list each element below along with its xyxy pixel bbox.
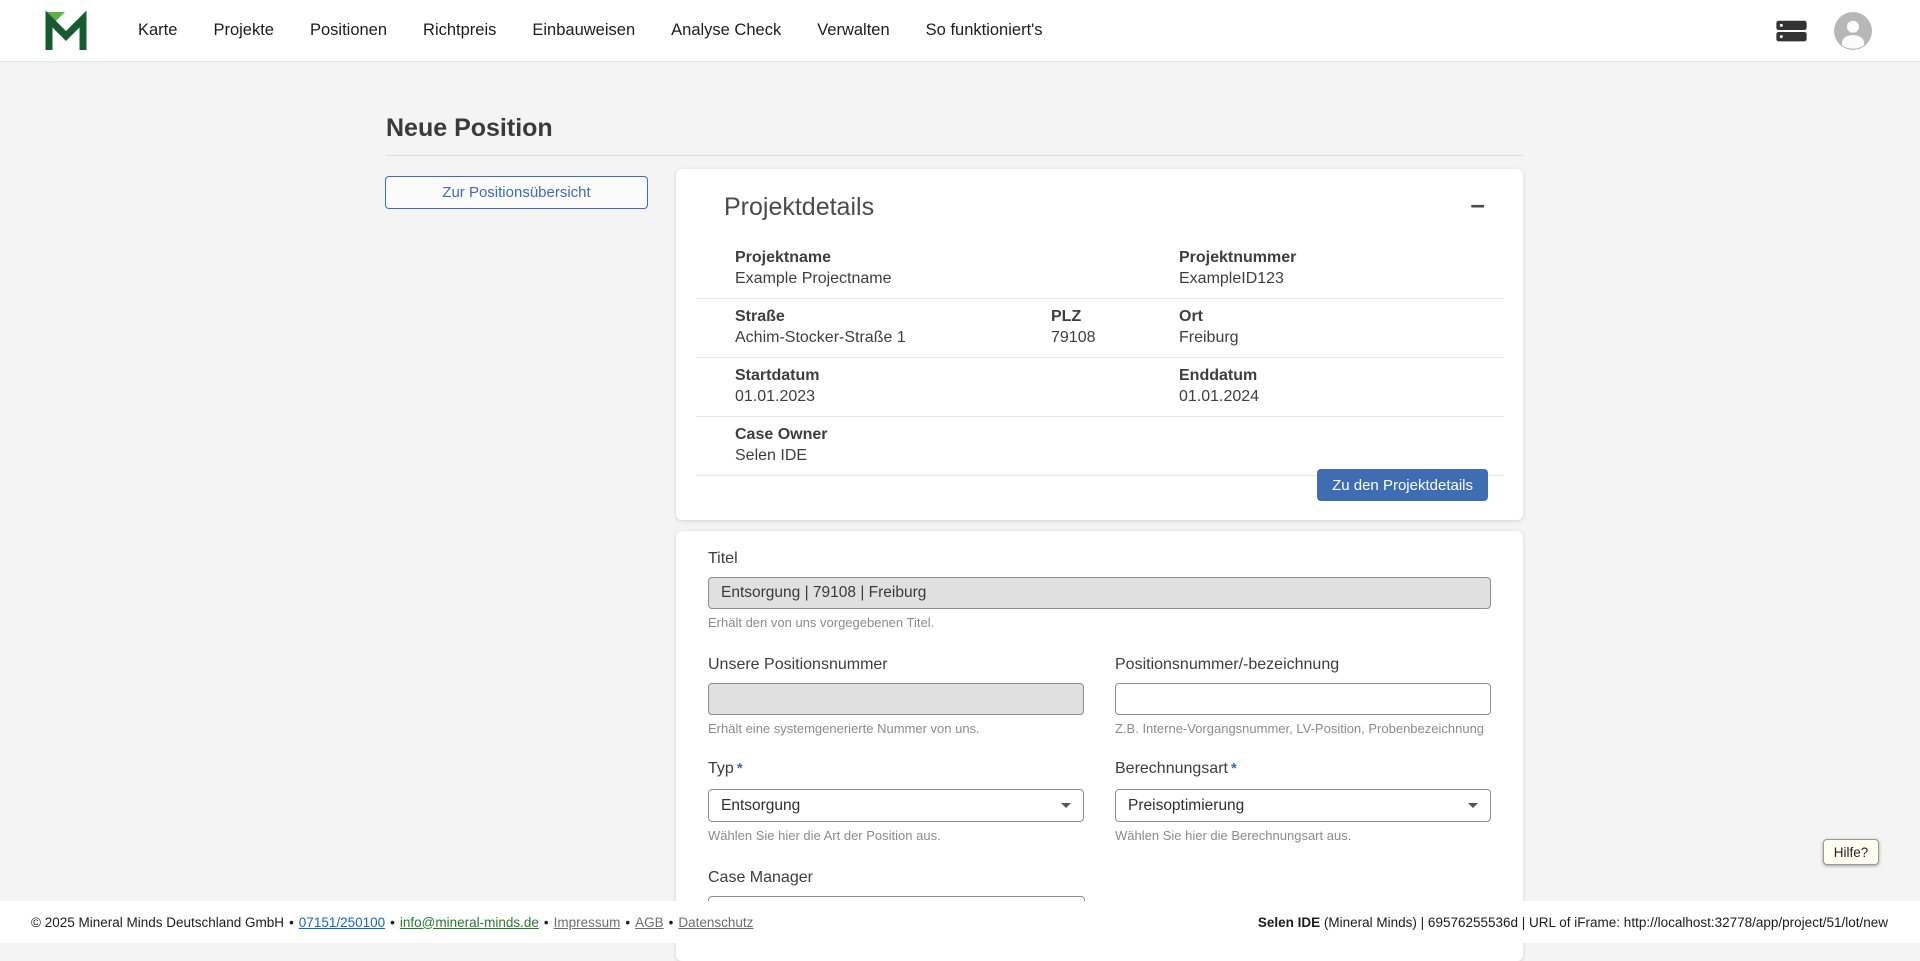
- project-field-label: Projektnummer: [1179, 247, 1504, 268]
- project-field-label: Projektname: [735, 247, 1179, 268]
- top-navbar: Karte Projekte Positionen Richtpreis Ein…: [0, 0, 1920, 61]
- footer-left: © 2025 Mineral Minds Deutschland GmbH • …: [31, 915, 753, 930]
- project-field-enddatum: Enddatum 01.01.2024: [1179, 365, 1504, 407]
- footer-separator: •: [390, 915, 395, 930]
- project-field-plz: PLZ 79108: [1051, 306, 1179, 348]
- session-details: (Mineral Minds) | 69576255536d | URL of …: [1320, 915, 1888, 930]
- project-field-value: Selen IDE: [735, 445, 1504, 466]
- projektdetails-title: Projektdetails: [724, 193, 874, 222]
- hilfe-button[interactable]: Hilfe?: [1823, 839, 1879, 865]
- navbar-right: [1775, 12, 1920, 50]
- user-account-button[interactable]: [1834, 12, 1872, 50]
- typ-select-value: Entsorgung: [721, 797, 800, 815]
- page-footer: © 2025 Mineral Minds Deutschland GmbH • …: [0, 901, 1920, 943]
- zur-positionsuebersicht-button[interactable]: Zur Positionsübersicht: [385, 176, 648, 209]
- typ-helper-text: Wählen Sie hier die Art der Position aus…: [708, 828, 1084, 844]
- form-grid: Unsere Positionsnummer Erhält eine syste…: [708, 655, 1491, 844]
- nav-item-positionen[interactable]: Positionen: [310, 21, 387, 40]
- project-field-value: 01.01.2024: [1179, 386, 1504, 407]
- table-row: Startdatum 01.01.2023 Enddatum 01.01.202…: [696, 358, 1504, 417]
- field-berechnungsart: Berechnungsart* Preisoptimierung Wählen …: [1115, 759, 1491, 844]
- project-field-projektname: Projektname Example Projectname: [735, 247, 1179, 289]
- berechnungsart-label: Berechnungsart: [1115, 759, 1228, 779]
- project-field-value: 01.01.2023: [735, 386, 1179, 407]
- main-navigation: Karte Projekte Positionen Richtpreis Ein…: [138, 21, 1043, 40]
- project-field-case-owner: Case Owner Selen IDE: [735, 424, 1504, 466]
- server-button[interactable]: [1775, 17, 1808, 45]
- title-divider: [386, 155, 1523, 156]
- projektdetails-header: Projektdetails –: [676, 169, 1523, 222]
- project-field-strasse: Straße Achim-Stocker-Straße 1: [735, 306, 1051, 348]
- project-field-label: Case Owner: [735, 424, 1504, 445]
- table-row: Projektname Example Projectname Projektn…: [696, 240, 1504, 299]
- collapse-button[interactable]: –: [1471, 193, 1485, 215]
- table-row: Straße Achim-Stocker-Straße 1 PLZ 79108 …: [696, 299, 1504, 358]
- new-position-form-card: Titel Erhält den von uns vorgegebenen Ti…: [676, 531, 1523, 961]
- user-avatar-icon: [1834, 12, 1872, 50]
- unsere-positionsnummer-helper-text: Erhält eine systemgenerierte Nummer von …: [708, 721, 1084, 737]
- nav-item-einbauweisen[interactable]: Einbauweisen: [532, 21, 635, 40]
- project-field-value: Example Projectname: [735, 268, 1179, 289]
- project-field-value: Achim-Stocker-Straße 1: [735, 327, 1051, 348]
- project-field-label: PLZ: [1051, 306, 1179, 327]
- titel-input: [708, 577, 1491, 609]
- nav-item-richtpreis[interactable]: Richtpreis: [423, 21, 496, 40]
- nav-item-analyse-check[interactable]: Analyse Check: [671, 21, 781, 40]
- typ-label: Typ: [708, 759, 734, 779]
- footer-separator: •: [669, 915, 674, 930]
- berechnungsart-select-value: Preisoptimierung: [1128, 797, 1244, 815]
- project-field-value: 79108: [1051, 327, 1179, 348]
- field-positionsnummer: Positionsnummer/-bezeichnung Z.B. Intern…: [1115, 655, 1491, 737]
- project-field-value: Freiburg: [1179, 327, 1504, 348]
- project-field-label: Enddatum: [1179, 365, 1504, 386]
- positionsnummer-input[interactable]: [1115, 683, 1491, 715]
- chevron-down-icon: [1061, 803, 1071, 808]
- project-field-label: Ort: [1179, 306, 1504, 327]
- nav-item-karte[interactable]: Karte: [138, 21, 177, 40]
- zu-den-projektdetails-button[interactable]: Zu den Projektdetails: [1317, 469, 1488, 501]
- impressum-link[interactable]: Impressum: [554, 915, 621, 930]
- mineral-minds-logo[interactable]: [44, 10, 88, 52]
- required-asterisk: *: [1231, 760, 1237, 777]
- session-user: Selen IDE: [1258, 915, 1320, 930]
- phone-link[interactable]: 07151/250100: [299, 915, 385, 930]
- nav-item-verwalten[interactable]: Verwalten: [817, 21, 889, 40]
- project-field-label: Straße: [735, 306, 1051, 327]
- copyright-text: © 2025 Mineral Minds Deutschland GmbH: [31, 915, 284, 930]
- nav-item-so-funktionierts[interactable]: So funktioniert's: [926, 21, 1043, 40]
- typ-select[interactable]: Entsorgung: [708, 789, 1084, 822]
- project-field-projektnummer: Projektnummer ExampleID123: [1179, 247, 1504, 289]
- positionsnummer-helper-text: Z.B. Interne-Vorgangsnummer, LV-Position…: [1115, 721, 1491, 737]
- project-field-value: ExampleID123: [1179, 268, 1504, 289]
- project-field-label: Startdatum: [735, 365, 1179, 386]
- field-typ: Typ* Entsorgung Wählen Sie hier die Art …: [708, 759, 1084, 844]
- case-manager-label: Case Manager: [708, 868, 813, 888]
- project-field-ort: Ort Freiburg: [1179, 306, 1504, 348]
- unsere-positionsnummer-input: [708, 683, 1084, 715]
- footer-separator: •: [625, 915, 630, 930]
- projektdetails-card: Projektdetails – Projektname Example Pro…: [676, 169, 1523, 520]
- table-row: Case Owner Selen IDE: [696, 417, 1504, 476]
- positionsnummer-label: Positionsnummer/-bezeichnung: [1115, 655, 1339, 675]
- berechnungsart-select[interactable]: Preisoptimierung: [1115, 789, 1491, 822]
- server-icon: [1775, 17, 1808, 45]
- footer-session-info: Selen IDE (Mineral Minds) | 69576255536d…: [1258, 915, 1888, 930]
- agb-link[interactable]: AGB: [635, 915, 664, 930]
- footer-separator: •: [544, 915, 549, 930]
- nav-item-projekte[interactable]: Projekte: [213, 21, 274, 40]
- titel-helper-text: Erhält den von uns vorgegebenen Titel.: [708, 615, 1491, 631]
- footer-separator: •: [289, 915, 294, 930]
- required-asterisk: *: [737, 760, 743, 777]
- project-field-startdatum: Startdatum 01.01.2023: [735, 365, 1179, 407]
- unsere-positionsnummer-label: Unsere Positionsnummer: [708, 655, 888, 675]
- mineral-minds-logo-icon: [44, 10, 88, 52]
- chevron-down-icon: [1468, 803, 1478, 808]
- titel-label: Titel: [708, 549, 738, 569]
- email-link[interactable]: info@mineral-minds.de: [400, 915, 539, 930]
- datenschutz-link[interactable]: Datenschutz: [678, 915, 753, 930]
- berechnungsart-helper-text: Wählen Sie hier die Berechnungsart aus.: [1115, 828, 1491, 844]
- page-title: Neue Position: [386, 114, 553, 143]
- field-unsere-positionsnummer: Unsere Positionsnummer Erhält eine syste…: [708, 655, 1084, 737]
- project-details-table: Projektname Example Projectname Projektn…: [696, 240, 1504, 476]
